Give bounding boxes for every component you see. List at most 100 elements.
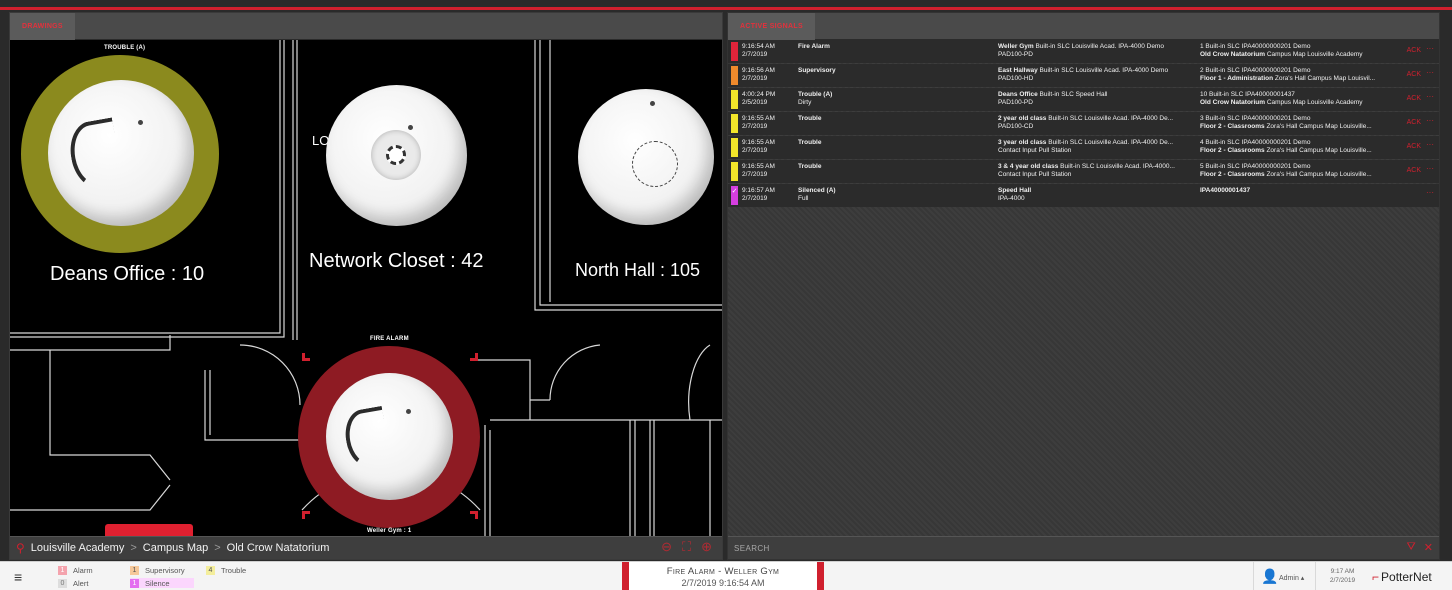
legend-label: Supervisory (145, 565, 185, 575)
more-options-icon[interactable]: ··· (1426, 165, 1434, 173)
ack-button[interactable]: ACK (1407, 167, 1421, 175)
search-input[interactable] (734, 541, 1374, 556)
legend-count: 1 (130, 565, 139, 575)
legend-label: Alert (73, 578, 89, 588)
user-icon: 👤 (1261, 568, 1279, 584)
status-bar: ≡ 1 Alarm 0 Alert 1 Supervisory 1 Silence 4T… (0, 561, 1452, 590)
signal-device: 3 year old class Built-in SLC Louisville… (998, 139, 1174, 154)
signal-device: Weller Gym Built-in SLC Louisville Acad.… (998, 43, 1164, 58)
signal-row[interactable]: 9:16:54 AM 2/7/2019 Fire Alarm Weller Gym B… (728, 40, 1439, 63)
zoom-out-icon[interactable]: ⊖ (661, 539, 672, 555)
fire-alarm-caption: FIRE ALARM (370, 336, 409, 342)
potternet-logo: ⌐ PotterNet (1372, 570, 1432, 584)
signal-row[interactable]: 4:00:24 PM 2/5/2019 Trouble (A) Dirty Deans … (728, 88, 1439, 111)
fit-screen-icon[interactable]: ⛶ (682, 539, 691, 555)
ack-button[interactable]: ACK (1407, 119, 1421, 127)
search-tools: ⛛ ✕ (1407, 541, 1433, 554)
signal-row[interactable]: 9:16:55 AM 2/7/2019 Trouble 3 year old clas… (728, 136, 1439, 159)
zoom-in-icon[interactable]: ⊕ (701, 539, 712, 555)
active-signals-panel: ACTIVE SIGNALS 9:16:54 AM 2/7/2019 Fire Al… (727, 12, 1440, 560)
legend-supervisory[interactable]: 1 Supervisory (130, 565, 185, 575)
signal-time: 9:16:57 AM 2/7/2019 (742, 187, 775, 202)
tab-drawings[interactable]: DRAWINGS (10, 13, 75, 40)
drawings-tabbar: DRAWINGS (10, 13, 722, 40)
signal-row[interactable]: 9:16:55 AM 2/7/2019 Trouble 3 & 4 year old … (728, 160, 1439, 183)
corner-marker (302, 511, 310, 519)
smoke-detector-icon[interactable] (578, 89, 714, 225)
more-options-icon[interactable]: ··· (1426, 117, 1434, 125)
network-closet-label: Network Closet : 42 (309, 250, 484, 272)
severity-bar (731, 66, 738, 85)
signal-device: 3 & 4 year old class Built-in SLC Louisv… (998, 163, 1175, 178)
ack-button[interactable]: ACK (1407, 47, 1421, 55)
signal-type: Trouble (A) Dirty (798, 91, 833, 106)
legend-trouble[interactable]: 4 Trouble (206, 565, 246, 575)
tab-active-signals[interactable]: ACTIVE SIGNALS (728, 13, 815, 40)
signal-time: 9:16:55 AM 2/7/2019 (742, 139, 775, 154)
clock: 9:17 AM 2/7/2019 (1320, 567, 1365, 585)
ack-button[interactable]: ACK (1407, 143, 1421, 151)
ack-button[interactable]: ACK (1407, 95, 1421, 103)
more-options-icon[interactable]: ··· (1426, 189, 1434, 197)
signal-type: Trouble (798, 139, 822, 146)
severity-bar (731, 138, 738, 157)
severity-bar (731, 114, 738, 133)
signal-device: Speed Hall IPA-4000 (998, 187, 1032, 202)
more-options-icon[interactable]: ··· (1426, 93, 1434, 101)
smoke-detector-icon (326, 373, 453, 500)
drawings-panel: DRAWINGS TROUBLE (A) Deans Office: 10 L… (9, 12, 723, 560)
signal-location: IPA40000001437 (1200, 187, 1251, 194)
signal-type: Trouble (798, 115, 822, 122)
app-window: DRAWINGS TROUBLE (A) Deans Office: 10 L… (0, 0, 1452, 590)
legend-alert[interactable]: 0 Alert (58, 578, 88, 588)
signal-time: 9:16:55 AM 2/7/2019 (742, 163, 775, 178)
deans-office-label: Deans Office : 10 (50, 263, 205, 285)
breadcrumb: ⚲ Louisville Academy > Campus Map > Old … (10, 536, 722, 559)
signal-row[interactable]: 9:16:55 AM 2/7/2019 Trouble 2 year old clas… (728, 112, 1439, 135)
signal-device: 2 year old class Built-in SLC Louisville… (998, 115, 1174, 130)
legend-alarm[interactable]: 1 Alarm (58, 565, 93, 575)
filter-icon[interactable]: ⛛ (1407, 541, 1416, 554)
breadcrumb-item[interactable]: Louisville Academy (31, 542, 125, 554)
current-alarm-banner[interactable]: Fire Alarm - Weller Gym 2/7/2019 9:16:54… (622, 562, 824, 590)
severity-bar (731, 42, 738, 61)
signal-type: Supervisory (798, 67, 836, 74)
severity-bar (731, 162, 738, 181)
menu-icon[interactable]: ≡ (14, 569, 22, 585)
more-options-icon[interactable]: ··· (1426, 141, 1434, 149)
heat-detector-icon[interactable] (326, 85, 467, 226)
clear-icon[interactable]: ✕ (1424, 541, 1433, 554)
breadcrumb-item[interactable]: Old Crow Natatorium (227, 542, 330, 554)
legend-count: 4 (206, 565, 215, 575)
ack-button[interactable]: ACK (1407, 71, 1421, 79)
check-icon: ✓ (731, 188, 738, 195)
legend-count: 1 (58, 565, 67, 575)
legend-silence[interactable]: 1 Silence (130, 578, 194, 588)
signal-time: 9:16:56 AM 2/7/2019 (742, 67, 775, 82)
signals-tabbar: ACTIVE SIGNALS (728, 13, 1439, 40)
trouble-caption: TROUBLE (A) (104, 45, 146, 51)
signal-location: 2 Built-in SLC IPA40000000201 Demo Floor … (1200, 67, 1376, 82)
more-options-icon[interactable]: ··· (1426, 45, 1434, 53)
weller-gym-caption: Weller Gym : 1 (367, 528, 412, 534)
alarm-title: Fire Alarm - Weller Gym (666, 566, 780, 577)
more-options-icon[interactable]: ··· (1426, 69, 1434, 77)
signal-time: 9:16:55 AM 2/7/2019 (742, 115, 775, 130)
corner-marker (302, 353, 310, 361)
signal-row[interactable]: 9:16:56 AM 2/7/2019 Supervisory East Hallwa… (728, 64, 1439, 87)
signal-time: 4:00:24 PM 2/5/2019 (742, 91, 776, 106)
signal-type: Trouble (798, 163, 822, 170)
user-label: Admin ▴ (1279, 575, 1305, 582)
user-menu[interactable]: 👤 Admin ▴ (1253, 562, 1316, 590)
signal-list: 9:16:54 AM 2/7/2019 Fire Alarm Weller Gym B… (728, 40, 1439, 208)
legend-label: Silence (145, 578, 170, 588)
signal-row[interactable]: ✓ 9:16:57 AM 2/7/2019 Silenced (A) Full Speed… (728, 184, 1439, 207)
signal-type: Silenced (A) Full (798, 187, 836, 202)
breadcrumb-item[interactable]: Campus Map (143, 542, 208, 554)
search-bar: ⛛ ✕ (728, 536, 1439, 559)
floor-plan-canvas[interactable]: TROUBLE (A) Deans Office : 10 LO Network… (10, 40, 722, 537)
smoke-detector-icon (48, 80, 194, 226)
location-pin-icon: ⚲ (16, 541, 25, 555)
corner-marker (470, 353, 478, 361)
signal-device: Deans Office Built-in SLC Speed Hall PAD1… (998, 91, 1108, 106)
